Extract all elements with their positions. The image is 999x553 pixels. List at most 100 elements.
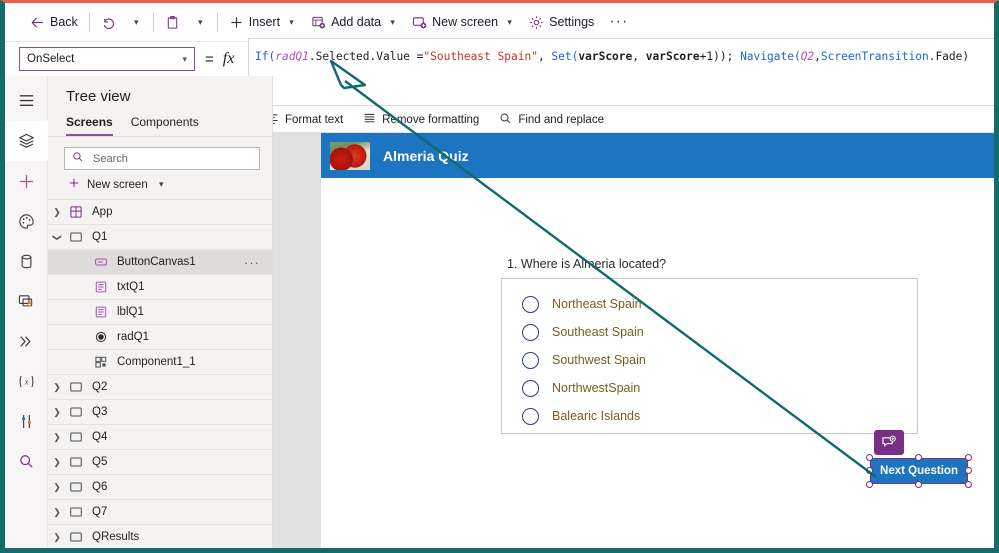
- formula-input[interactable]: If(radQ1.Selected.Value ="Southeast Spai…: [248, 38, 994, 106]
- sidebar-item-lblq1[interactable]: lblQ1: [48, 300, 272, 325]
- chevron-down-icon[interactable]: ❯: [52, 228, 63, 246]
- radio-option-opt5[interactable]: Balearic Islands: [506, 402, 917, 430]
- chevron-right-icon[interactable]: ❯: [48, 382, 66, 393]
- sidebar-item-app[interactable]: ❯ App: [48, 200, 272, 225]
- chevron-right-icon[interactable]: ❯: [48, 207, 66, 218]
- left-icon-rail: x: [5, 76, 48, 548]
- chevron-right-icon[interactable]: ❯: [48, 407, 66, 418]
- screen-icon: [66, 530, 86, 544]
- resize-handle-top-right[interactable]: [965, 454, 972, 461]
- sidebar-item-txtq1[interactable]: txtQ1: [48, 275, 272, 300]
- chevron-right-icon[interactable]: ❯: [48, 432, 66, 443]
- chevron-right-icon[interactable]: ❯: [48, 532, 66, 543]
- sidebar-item-q2[interactable]: ❯ Q2: [48, 375, 272, 400]
- screen-icon: [66, 480, 86, 494]
- rail-button-theme[interactable]: [5, 201, 48, 241]
- radio-option-opt3[interactable]: Southwest Spain: [506, 346, 917, 374]
- tree-search-box[interactable]: [64, 147, 260, 170]
- resize-handle-top-left[interactable]: [866, 454, 873, 461]
- radio-option-opt1[interactable]: Northeast Spain: [506, 290, 917, 318]
- tab-components[interactable]: Components: [131, 115, 199, 136]
- back-label: Back: [50, 15, 78, 29]
- sidebar-item-label: QResults: [92, 531, 140, 543]
- chevron-right-icon[interactable]: ❯: [48, 507, 66, 518]
- resize-handle-bottom-left[interactable]: [866, 481, 873, 488]
- radio-circle-icon[interactable]: [522, 295, 539, 313]
- chevron-down-icon: ▾: [390, 16, 395, 27]
- chevron-right-icon[interactable]: ❯: [48, 457, 66, 468]
- new-screen-menu-button[interactable]: New screen ▾: [48, 170, 272, 199]
- sidebar-item-q1[interactable]: ❯ Q1: [48, 225, 272, 250]
- item-context-menu-button[interactable]: ···: [244, 255, 260, 270]
- rail-button-variables[interactable]: x: [5, 361, 48, 401]
- rail-button-insert[interactable]: [5, 161, 48, 201]
- sidebar-item-q5[interactable]: ❯ Q5: [48, 450, 272, 475]
- search-input[interactable]: [91, 151, 231, 166]
- tab-screens[interactable]: Screens: [66, 115, 113, 136]
- radio-circle-icon[interactable]: [522, 379, 539, 397]
- rail-button-power-fx[interactable]: [5, 321, 48, 361]
- paste-button[interactable]: [158, 7, 187, 37]
- formula-token: "Southeast Spain": [423, 50, 538, 63]
- rail-button-menu[interactable]: [5, 81, 48, 121]
- format-text-label: Format text: [285, 113, 344, 126]
- formula-token: varScore: [645, 50, 700, 63]
- component-icon: [91, 355, 111, 369]
- sidebar-item-label: Q5: [92, 456, 108, 468]
- radio-circle-icon[interactable]: [522, 407, 539, 425]
- resize-handle-bottom-center[interactable]: [915, 481, 922, 488]
- rail-button-search[interactable]: [5, 441, 48, 481]
- radio-circle-icon[interactable]: [522, 351, 539, 369]
- back-button[interactable]: Back: [23, 7, 85, 37]
- sidebar-item-label: Q7: [92, 506, 108, 518]
- sidebar-item-qresults[interactable]: ❯ QResults: [48, 525, 272, 548]
- radio-option-opt2[interactable]: Southeast Spain: [506, 318, 917, 346]
- rail-button-data[interactable]: [5, 241, 48, 281]
- settings-button[interactable]: Settings: [522, 7, 601, 37]
- remove-formatting-label: Remove formatting: [382, 113, 480, 126]
- formula-token: radQ1: [275, 50, 309, 63]
- command-bar: Back ▾ ▾ Insert ▾ Add data ▾ New screen …: [5, 3, 994, 42]
- undo-dropdown[interactable]: ▾: [123, 7, 149, 37]
- resize-handle-bottom-right[interactable]: [965, 481, 972, 488]
- comment-add-icon-badge[interactable]: [874, 430, 904, 455]
- chevron-right-icon[interactable]: ❯: [48, 482, 66, 493]
- svg-text:x: x: [23, 377, 28, 386]
- sidebar-item-radq1[interactable]: radQ1: [48, 325, 272, 350]
- powerapps-studio-window: Back ▾ ▾ Insert ▾ Add data ▾ New screen …: [0, 0, 999, 553]
- palette-icon: [18, 213, 34, 229]
- find-and-replace-button[interactable]: Find and replace: [491, 109, 612, 131]
- sidebar-item-q3[interactable]: ❯ Q3: [48, 400, 272, 425]
- sidebar-item-q4[interactable]: ❯ Q4: [48, 425, 272, 450]
- sidebar-item-q6[interactable]: ❯ Q6: [48, 475, 272, 500]
- remove-formatting-button[interactable]: Remove formatting: [355, 109, 487, 131]
- formula-token: varScore: [578, 50, 633, 63]
- radio-group-radq1[interactable]: Northeast Spain Southeast Spain Southwest …: [501, 278, 918, 434]
- plus-icon: [68, 177, 80, 192]
- add-data-label: Add data: [331, 15, 382, 29]
- rail-button-settings[interactable]: [5, 401, 48, 441]
- new-screen-button[interactable]: New screen ▾: [405, 7, 522, 37]
- sidebar-item-buttoncanvas1[interactable]: ButtonCanvas1 ···: [48, 250, 272, 275]
- radio-circle-icon[interactable]: [522, 323, 539, 341]
- paste-dropdown[interactable]: ▾: [187, 7, 213, 37]
- screen-icon: [66, 405, 86, 419]
- insert-button[interactable]: Insert ▾: [222, 7, 304, 37]
- sidebar-item-q7[interactable]: ❯ Q7: [48, 500, 272, 525]
- app-screen-canvas[interactable]: Almeria Quiz 1. Where is Almeria located…: [321, 133, 994, 548]
- radio-option-opt4[interactable]: NorthwestSpain: [506, 374, 917, 402]
- variable-x-icon: x: [19, 375, 33, 387]
- undo-button[interactable]: [94, 7, 123, 37]
- resize-handle-middle-left[interactable]: [866, 467, 873, 474]
- overflow-menu-button[interactable]: ···: [601, 13, 636, 31]
- sidebar-item-component1_1[interactable]: Component1_1: [48, 350, 272, 375]
- divider: [88, 12, 90, 32]
- property-dropdown[interactable]: OnSelect ▾: [19, 47, 195, 71]
- formula-token: +1));: [699, 50, 741, 63]
- rail-button-media[interactable]: [5, 281, 48, 321]
- plus-icon: [19, 174, 33, 188]
- add-data-button[interactable]: Add data ▾: [304, 7, 405, 37]
- resize-handle-middle-right[interactable]: [965, 467, 972, 474]
- rail-button-tree-view[interactable]: [5, 121, 48, 161]
- resize-handle-top-center[interactable]: [915, 454, 922, 461]
